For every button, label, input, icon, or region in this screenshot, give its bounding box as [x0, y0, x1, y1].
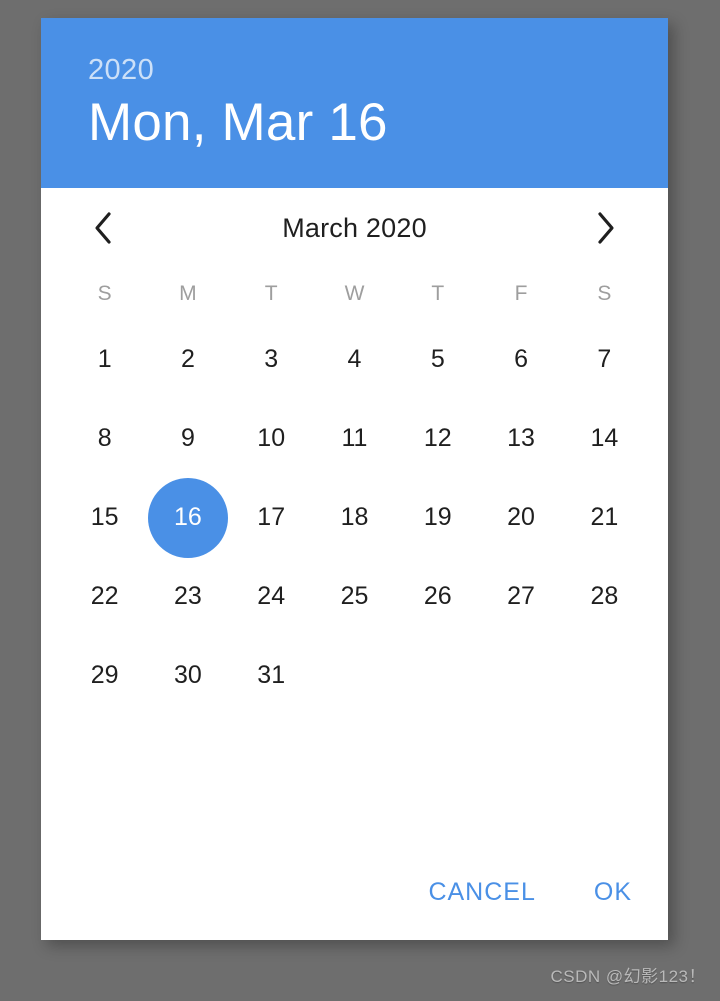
day-button[interactable]: 10 — [231, 399, 311, 479]
day-cell: 11 — [313, 399, 396, 478]
day-button[interactable]: 21 — [564, 478, 644, 558]
day-button[interactable]: 20 — [481, 478, 561, 558]
day-button[interactable]: 19 — [398, 478, 478, 558]
day-button[interactable]: 25 — [314, 557, 394, 637]
day-cell: 22 — [63, 557, 146, 636]
day-button[interactable]: 4 — [314, 320, 394, 400]
weekday-label: S — [597, 282, 612, 305]
day-button[interactable]: 14 — [564, 399, 644, 479]
day-button[interactable]: 11 — [314, 399, 394, 479]
day-cell: 25 — [313, 557, 396, 636]
weekday-label: W — [344, 282, 365, 305]
day-grid: 1 2 3 4 5 6 7 8 9 10 11 12 13 14 15 16 17 18 19 20 21 22 23 24 2… — [63, 320, 646, 715]
day-button[interactable]: 2 — [148, 320, 228, 400]
day-cell: 13 — [479, 399, 562, 478]
day-cell: 17 — [230, 478, 313, 557]
day-button[interactable]: 31 — [231, 636, 311, 716]
current-month-label: March 2020 — [282, 212, 427, 243]
day-button[interactable]: 22 — [65, 557, 145, 637]
chevron-right-icon — [595, 211, 617, 245]
day-button-selected[interactable]: 16 — [147, 477, 228, 558]
next-month-button[interactable] — [584, 206, 628, 250]
day-cell: 29 — [63, 636, 146, 715]
day-cell: 18 — [313, 478, 396, 557]
day-cell: 14 — [563, 399, 646, 478]
weekday-label: T — [431, 282, 445, 305]
day-cell: 28 — [563, 557, 646, 636]
cancel-button[interactable]: CANCEL — [422, 870, 541, 915]
day-button[interactable]: 8 — [65, 399, 145, 479]
header-year-label[interactable]: 2020 — [88, 53, 668, 87]
day-cell: 10 — [230, 399, 313, 478]
day-button[interactable]: 5 — [398, 320, 478, 400]
day-cell: 24 — [230, 557, 313, 636]
day-cell: 31 — [230, 636, 313, 715]
day-cell: 26 — [396, 557, 479, 636]
day-button[interactable]: 12 — [398, 399, 478, 479]
weekday-label: S — [97, 282, 112, 305]
day-cell: 20 — [479, 478, 562, 557]
day-button[interactable]: 18 — [314, 478, 394, 558]
day-button[interactable]: 27 — [481, 557, 561, 637]
day-button[interactable]: 17 — [231, 478, 311, 558]
weekday-label: T — [264, 282, 278, 305]
previous-month-button[interactable] — [81, 206, 125, 250]
weekday-header-row: SMTWTFS — [63, 268, 646, 320]
day-cell: 2 — [146, 320, 229, 399]
date-picker-dialog: 2020 Mon, Mar 16 March 2020 S M T W T F S … — [41, 18, 668, 940]
calendar-body: March 2020 SMTWTFS 1 2 3 4 5 6 7 8 9 10 11 12 13 14 15… — [41, 188, 668, 844]
day-button[interactable]: 6 — [481, 320, 561, 400]
day-button[interactable]: 15 — [65, 478, 145, 558]
day-cell: 21 — [563, 478, 646, 557]
day-button[interactable]: 3 — [231, 320, 311, 400]
day-button[interactable]: 13 — [481, 399, 561, 479]
day-cell: 4 — [313, 320, 396, 399]
day-cell: 16 — [146, 477, 229, 558]
day-cell: 23 — [146, 557, 229, 636]
day-button[interactable]: 29 — [65, 636, 145, 716]
day-cell: 7 — [563, 320, 646, 399]
day-cell: 30 — [146, 636, 229, 715]
day-cell: 6 — [479, 320, 562, 399]
day-button[interactable]: 28 — [564, 557, 644, 637]
day-cell: 9 — [146, 399, 229, 478]
day-cell: 1 — [63, 320, 146, 399]
ok-button[interactable]: OK — [588, 870, 638, 915]
day-button[interactable]: 26 — [398, 557, 478, 637]
dialog-actions: CANCEL OK — [41, 844, 668, 940]
dialog-header: 2020 Mon, Mar 16 — [41, 18, 668, 188]
day-cell: 8 — [63, 399, 146, 478]
day-cell: 15 — [63, 478, 146, 557]
day-cell: 3 — [230, 320, 313, 399]
weekday-label: F — [514, 282, 528, 305]
day-cell: 12 — [396, 399, 479, 478]
day-cell: 27 — [479, 557, 562, 636]
weekday-label: M — [179, 282, 197, 305]
day-cell: 5 — [396, 320, 479, 399]
day-button[interactable]: 23 — [148, 557, 228, 637]
header-selected-date-label[interactable]: Mon, Mar 16 — [88, 93, 668, 153]
day-button[interactable]: 9 — [148, 399, 228, 479]
day-button[interactable]: 7 — [564, 320, 644, 400]
day-button[interactable]: 30 — [148, 636, 228, 716]
day-cell: 19 — [396, 478, 479, 557]
day-button[interactable]: 1 — [65, 320, 145, 400]
chevron-left-icon — [92, 211, 114, 245]
month-navigation: March 2020 — [63, 188, 646, 268]
watermark: CSDN @幻影123！ — [550, 967, 706, 986]
day-button[interactable]: 24 — [231, 557, 311, 637]
